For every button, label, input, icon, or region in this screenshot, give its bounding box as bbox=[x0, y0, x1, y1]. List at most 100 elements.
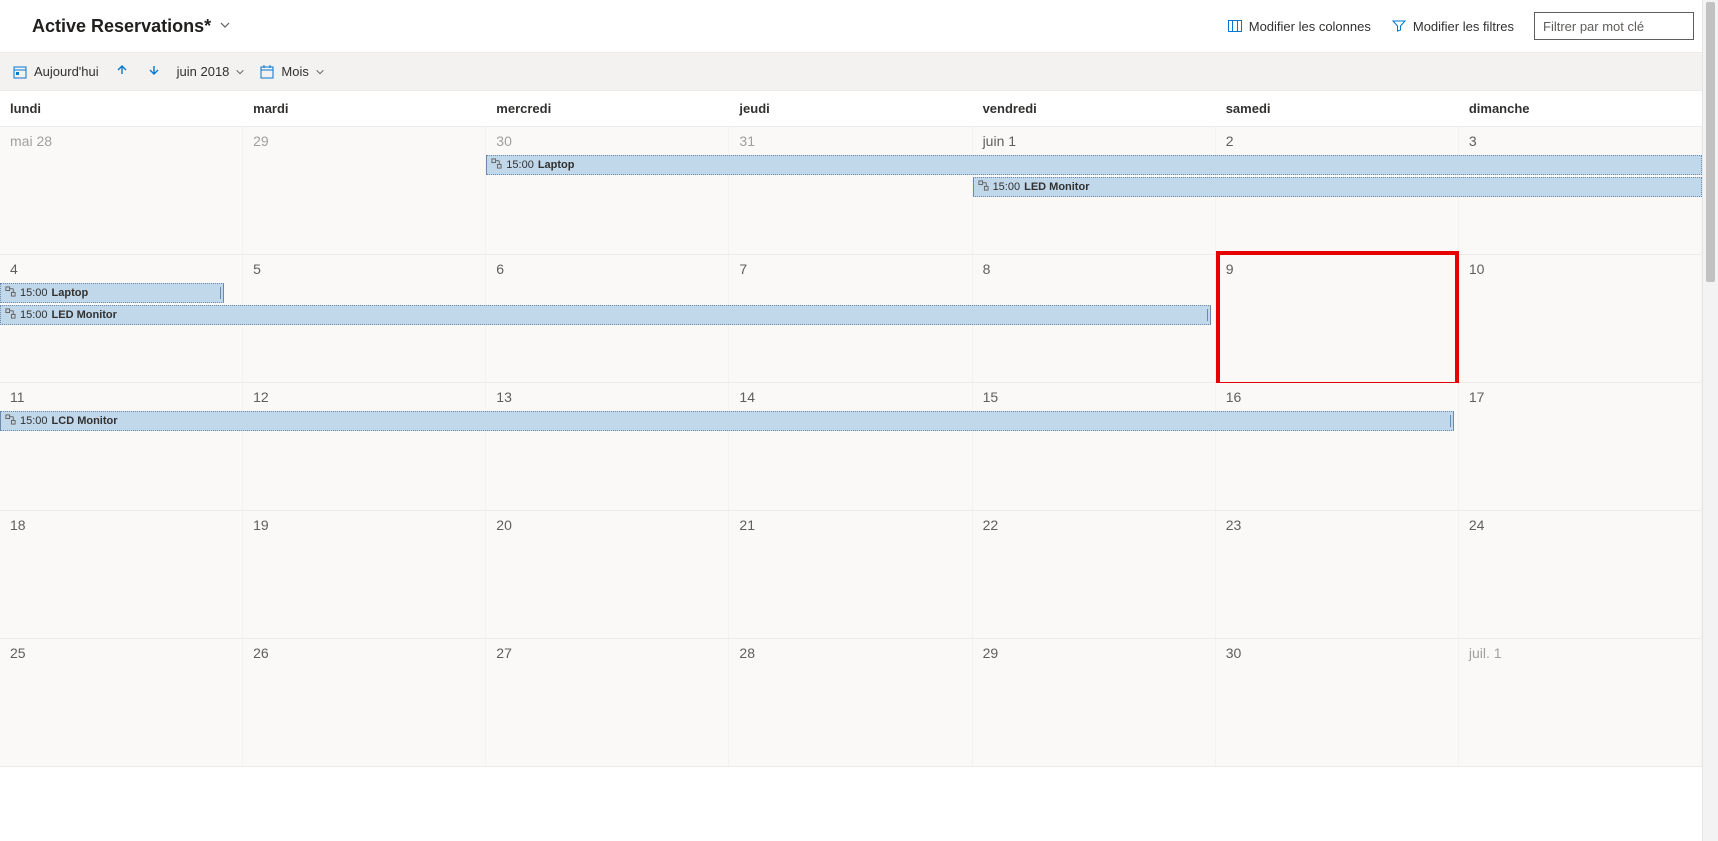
view-mode-label: Mois bbox=[281, 64, 308, 79]
day-number: 12 bbox=[253, 389, 475, 405]
day-number: 22 bbox=[983, 517, 1205, 533]
calendar-day-cell[interactable]: 18 bbox=[0, 511, 243, 638]
day-number: juin 1 bbox=[983, 133, 1205, 149]
calendar-day-cell[interactable]: 14 bbox=[729, 383, 972, 510]
day-number: 9 bbox=[1226, 261, 1448, 277]
date-range-label: juin 2018 bbox=[177, 64, 230, 79]
calendar-day-cell[interactable]: 15 bbox=[973, 383, 1216, 510]
calendar-day-cell[interactable]: 30 bbox=[1216, 639, 1459, 766]
day-number: 13 bbox=[496, 389, 718, 405]
link-icon bbox=[491, 158, 502, 172]
event-time: 15:00 bbox=[506, 159, 534, 171]
day-number: 25 bbox=[10, 645, 232, 661]
calendar-day-cell[interactable]: 9 bbox=[1216, 255, 1459, 382]
calendar-day-cell[interactable]: 29 bbox=[973, 639, 1216, 766]
calendar-header-row: lundimardimercredijeudivendredisamedidim… bbox=[0, 91, 1702, 127]
today-button[interactable]: Aujourd'hui bbox=[12, 64, 99, 80]
calendar-day-cell[interactable]: juil. 1 bbox=[1459, 639, 1702, 766]
day-number: 2 bbox=[1226, 133, 1448, 149]
day-number: 15 bbox=[983, 389, 1205, 405]
day-header: mardi bbox=[243, 91, 486, 126]
calendar-day-cell[interactable]: 11 bbox=[0, 383, 243, 510]
calendar-day-cell[interactable]: mai 28 bbox=[0, 127, 243, 254]
chevron-down-icon bbox=[219, 19, 231, 34]
calendar-day-cell[interactable]: 10 bbox=[1459, 255, 1702, 382]
event-title: LED Monitor bbox=[52, 309, 117, 321]
calendar-day-cell[interactable]: 27 bbox=[486, 639, 729, 766]
modify-filters-button[interactable]: Modifier les filtres bbox=[1391, 18, 1514, 34]
event-time: 15:00 bbox=[993, 181, 1021, 193]
calendar-day-cell[interactable]: 21 bbox=[729, 511, 972, 638]
calendar-day-cell[interactable]: 30 bbox=[486, 127, 729, 254]
day-number: 10 bbox=[1469, 261, 1691, 277]
calendar-day-cell[interactable]: 19 bbox=[243, 511, 486, 638]
prev-period-button[interactable] bbox=[113, 61, 131, 82]
calendar-day-cell[interactable]: 12 bbox=[243, 383, 486, 510]
day-header: lundi bbox=[0, 91, 243, 126]
calendar-day-cell[interactable]: 22 bbox=[973, 511, 1216, 638]
day-header: dimanche bbox=[1459, 91, 1702, 126]
next-period-button[interactable] bbox=[145, 61, 163, 82]
link-icon bbox=[5, 414, 16, 428]
calendar: lundimardimercredijeudivendredisamedidim… bbox=[0, 91, 1702, 767]
calendar-day-cell[interactable]: 31 bbox=[729, 127, 972, 254]
calendar-today-icon bbox=[12, 64, 28, 80]
day-header: jeudi bbox=[729, 91, 972, 126]
reservation-event[interactable]: 15:00 LCD Monitor bbox=[0, 411, 1454, 431]
scrollbar[interactable] bbox=[1702, 0, 1718, 841]
calendar-week-row: 18 19 20 21 22 23 24 bbox=[0, 511, 1702, 639]
calendar-day-cell[interactable]: 20 bbox=[486, 511, 729, 638]
reservation-event[interactable]: 15:00 Laptop bbox=[0, 283, 224, 303]
calendar-day-cell[interactable]: 29 bbox=[243, 127, 486, 254]
day-number: 20 bbox=[496, 517, 718, 533]
day-number: 17 bbox=[1469, 389, 1691, 405]
link-icon bbox=[978, 180, 989, 194]
view-selector[interactable]: Active Reservations* bbox=[32, 16, 231, 37]
filter-keyword-input[interactable] bbox=[1534, 12, 1694, 40]
filter-icon bbox=[1391, 18, 1407, 34]
day-number: 4 bbox=[10, 261, 232, 277]
calendar-day-cell[interactable]: 13 bbox=[486, 383, 729, 510]
event-time: 15:00 bbox=[20, 415, 48, 427]
day-number: 14 bbox=[739, 389, 961, 405]
modify-filters-label: Modifier les filtres bbox=[1413, 19, 1514, 34]
day-number: 8 bbox=[983, 261, 1205, 277]
day-number: 23 bbox=[1226, 517, 1448, 533]
day-number: 27 bbox=[496, 645, 718, 661]
reservation-event[interactable]: 15:00 Laptop bbox=[486, 155, 1702, 175]
day-number: 29 bbox=[253, 133, 475, 149]
day-number: 18 bbox=[10, 517, 232, 533]
event-title: Laptop bbox=[538, 159, 575, 171]
day-number: 19 bbox=[253, 517, 475, 533]
scrollbar-thumb[interactable] bbox=[1706, 2, 1715, 282]
event-time: 15:00 bbox=[20, 309, 48, 321]
modify-columns-label: Modifier les colonnes bbox=[1249, 19, 1371, 34]
day-number: 6 bbox=[496, 261, 718, 277]
day-header: vendredi bbox=[973, 91, 1216, 126]
calendar-day-cell[interactable]: 24 bbox=[1459, 511, 1702, 638]
event-title: LCD Monitor bbox=[52, 415, 118, 427]
day-number: 24 bbox=[1469, 517, 1691, 533]
calendar-day-cell[interactable]: 26 bbox=[243, 639, 486, 766]
calendar-day-cell[interactable]: 28 bbox=[729, 639, 972, 766]
calendar-day-cell[interactable]: 23 bbox=[1216, 511, 1459, 638]
arrow-up-icon bbox=[115, 63, 129, 77]
page-title: Active Reservations* bbox=[32, 16, 211, 37]
day-number: mai 28 bbox=[10, 133, 232, 149]
day-header: samedi bbox=[1216, 91, 1459, 126]
day-number: 11 bbox=[10, 389, 232, 405]
modify-columns-button[interactable]: Modifier les colonnes bbox=[1227, 18, 1371, 34]
calendar-day-cell[interactable]: 17 bbox=[1459, 383, 1702, 510]
calendar-day-cell[interactable]: 25 bbox=[0, 639, 243, 766]
header-bar: Active Reservations* Modifier les colonn… bbox=[0, 0, 1718, 52]
reservation-event[interactable]: 15:00 LED Monitor bbox=[973, 177, 1702, 197]
day-number: 29 bbox=[983, 645, 1205, 661]
date-range-selector[interactable]: juin 2018 bbox=[177, 64, 246, 79]
calendar-day-cell[interactable]: 16 bbox=[1216, 383, 1459, 510]
view-mode-selector[interactable]: Mois bbox=[259, 64, 324, 80]
day-header: mercredi bbox=[486, 91, 729, 126]
event-time: 15:00 bbox=[20, 287, 48, 299]
calendar-toolbar: Aujourd'hui juin 2018 Mois bbox=[0, 52, 1718, 91]
reservation-event[interactable]: 15:00 LED Monitor bbox=[0, 305, 1211, 325]
calendar-week-row: mai 28293031juin 12315:00 Laptop15:00 LE… bbox=[0, 127, 1702, 255]
